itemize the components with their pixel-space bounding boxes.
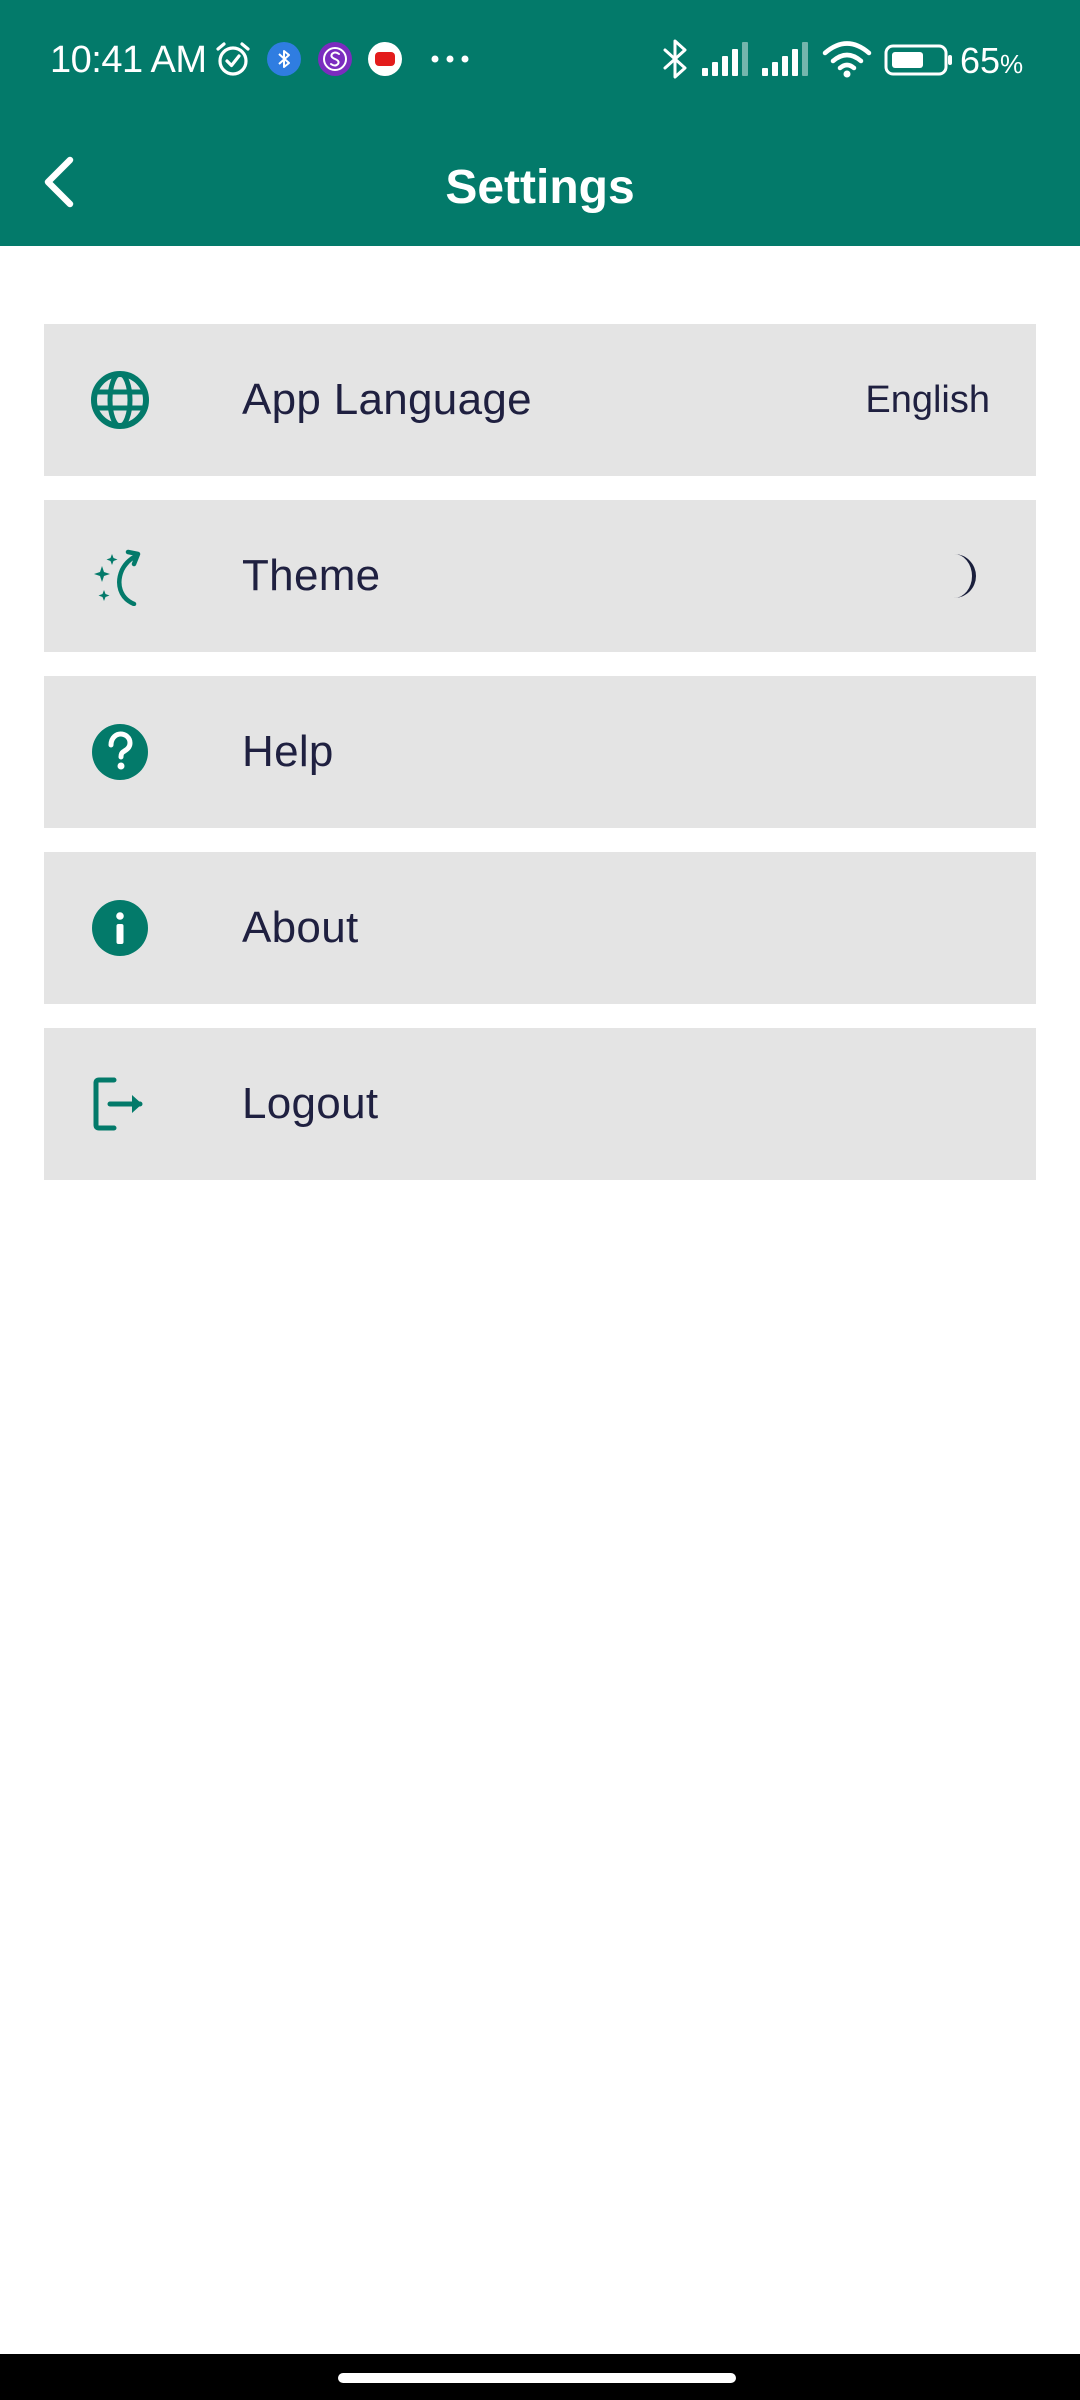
app-bar: Settings [0, 118, 1080, 246]
navigation-bar [0, 2354, 1080, 2400]
home-indicator[interactable] [338, 2373, 736, 2383]
settings-item-label: App Language [242, 375, 532, 424]
battery-percent: 65% [960, 40, 1024, 81]
settings-item-label: Logout [242, 1079, 379, 1128]
settings-item-app-language[interactable]: App Language English [44, 324, 1036, 476]
globe-icon [91, 371, 149, 429]
steam-app-icon [318, 42, 352, 76]
bluetooth-icon [663, 39, 687, 79]
more-notifications-icon [431, 55, 469, 63]
wifi-icon [822, 41, 872, 78]
youtube-app-icon [368, 42, 402, 76]
status-bar: 10:41 AM 65% [0, 0, 1080, 118]
settings-item-label: Help [242, 727, 334, 776]
settings-item-theme[interactable]: Theme [44, 500, 1036, 652]
signal-icon [762, 42, 808, 76]
status-time: 10:41 AM [50, 39, 207, 81]
settings-item-logout[interactable]: Logout [44, 1028, 1036, 1180]
theme-icon [94, 549, 141, 606]
alarm-icon [216, 42, 250, 76]
page-title: Settings [445, 161, 635, 214]
battery-icon [884, 44, 952, 76]
bluetooth-app-icon [267, 42, 301, 76]
language-value: English [865, 379, 990, 421]
moon-icon[interactable] [938, 552, 986, 600]
settings-item-about[interactable]: About [44, 852, 1036, 1004]
settings-item-label: Theme [242, 551, 381, 600]
info-icon [92, 900, 148, 956]
logout-icon [93, 1077, 143, 1131]
help-icon [92, 724, 148, 780]
settings-item-label: About [242, 903, 359, 952]
signal-icon [702, 42, 748, 76]
settings-item-help[interactable]: Help [44, 676, 1036, 828]
settings-list: App Language English Theme Help About Lo… [44, 324, 1036, 1204]
